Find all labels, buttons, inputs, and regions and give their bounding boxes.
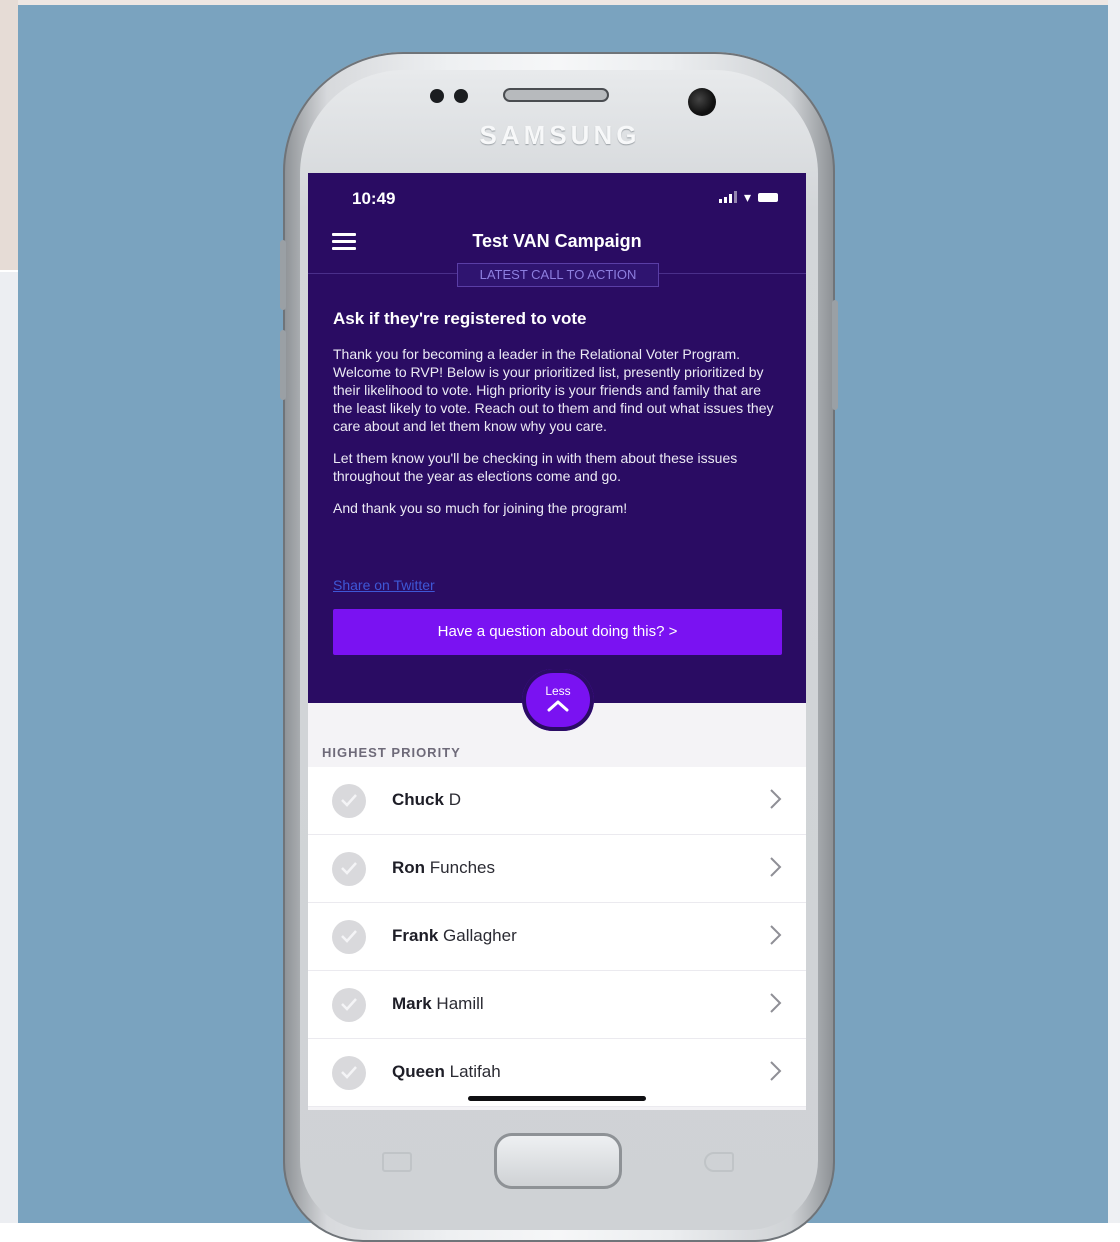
home-indicator[interactable] [468,1096,646,1101]
check-circle-icon[interactable] [332,784,366,818]
contact-row[interactable]: Frank Gallagher [308,903,806,971]
section-label: HIGHEST PRIORITY [322,745,461,760]
cta-heading: Ask if they're registered to vote [333,309,587,328]
contact-row[interactable]: Chuck D [308,767,806,835]
contact-row[interactable]: Mark Hamill [308,971,806,1039]
contact-name: Queen Latifah [392,1062,501,1082]
status-time: 10:49 [352,189,396,208]
contact-last-name: Hamill [436,994,484,1013]
chevron-right-icon [770,993,782,1013]
proximity-sensor-icon [430,89,444,103]
contact-first-name: Ron [392,858,426,877]
back-key-icon[interactable] [704,1152,734,1172]
share-on-twitter-link[interactable]: Share on Twitter [333,577,435,593]
chevron-up-icon [547,700,569,712]
contact-last-name: D [448,790,461,809]
contact-first-name: Mark [392,994,432,1013]
wifi-icon: ▾ [743,189,751,205]
check-circle-icon[interactable] [332,920,366,954]
check-circle-icon[interactable] [332,1056,366,1090]
status-icons: ▾ [718,189,778,205]
call-to-action-panel: 10:49 ▾ Test VAN Campaign LATEST CALL TO… [308,173,806,703]
question-button[interactable]: Have a question about doing this? > [333,609,782,655]
check-circle-icon[interactable] [332,852,366,886]
cta-paragraph: Let them know you'll be checking in with… [333,450,738,484]
signal-icon [718,191,737,203]
power-button [832,300,838,410]
contact-list: Chuck D Ron Funches Frank Gallagher Mark… [308,767,806,1107]
page-left-panel-lower [0,272,18,1223]
recent-apps-key-icon[interactable] [382,1152,412,1172]
contact-first-name: Chuck [392,790,444,809]
cta-body: Thank you for becoming a leader in the R… [333,345,783,531]
volume-up-button [280,240,286,310]
less-button-label: Less [545,684,571,698]
less-button[interactable]: Less [522,669,594,731]
contact-last-name: Funches [429,858,495,877]
app-title: Test VAN Campaign [472,231,642,251]
cta-paragraph: And thank you so much for joining the pr… [333,500,628,516]
contact-last-name: Gallagher [443,926,517,945]
contact-name: Ron Funches [392,858,495,878]
phone-screen: 10:49 ▾ Test VAN Campaign LATEST CALL TO… [308,173,806,1110]
home-button[interactable] [494,1133,622,1189]
contact-name: Mark Hamill [392,994,484,1014]
chevron-right-icon [770,857,782,877]
contact-name: Chuck D [392,790,461,810]
volume-down-button [280,330,286,400]
light-sensor-icon [454,89,468,103]
page-right-strip [1108,0,1120,1223]
contact-first-name: Queen [392,1062,445,1081]
cta-tag: LATEST CALL TO ACTION [457,263,659,287]
chevron-right-icon [770,925,782,945]
contact-row[interactable]: Ron Funches [308,835,806,903]
contact-first-name: Frank [392,926,439,945]
earpiece-speaker [503,88,609,102]
battery-icon [758,192,778,202]
check-circle-icon[interactable] [332,988,366,1022]
device-brand-logo: SAMSUNG [479,120,641,150]
page-left-panel [0,0,18,270]
contact-name: Frank Gallagher [392,926,517,946]
contact-last-name: Latifah [449,1062,501,1081]
chevron-right-icon [770,789,782,809]
chevron-right-icon [770,1061,782,1081]
cta-paragraph: Thank you for becoming a leader in the R… [333,346,774,434]
front-camera-icon [688,88,716,116]
